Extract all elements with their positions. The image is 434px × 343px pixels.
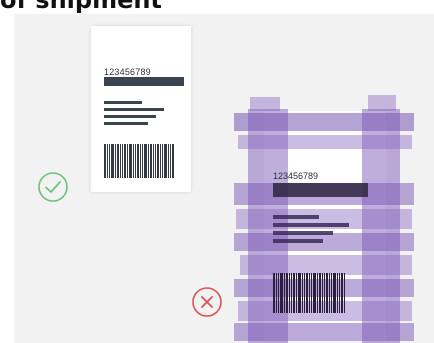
barcode-stripe (273, 273, 275, 313)
barcode (273, 273, 346, 313)
barcode-stripe (135, 144, 136, 178)
barcode-stripe (120, 144, 121, 178)
barcode-stripe (107, 144, 108, 178)
barcode-stripe (129, 144, 132, 178)
barcode-stripe (137, 144, 139, 178)
address-block (104, 77, 184, 86)
barcode-stripe (289, 273, 290, 313)
barcode-stripe (304, 273, 305, 313)
taped-label-content: 123456789 (270, 145, 382, 335)
barcode-stripe (172, 144, 174, 178)
text-line (273, 231, 333, 235)
barcode (104, 144, 175, 178)
barcode-stripe (148, 144, 149, 178)
barcode-stripe (111, 144, 114, 178)
barcode-stripe (142, 144, 143, 178)
barcode-stripe (104, 144, 106, 178)
barcode-stripe (278, 273, 279, 313)
barcode-stripe (311, 273, 312, 313)
barcode-stripe (133, 144, 134, 178)
page-heading: of shipment (0, 0, 434, 13)
barcode-stripe (160, 144, 161, 178)
barcode-stripe (122, 144, 123, 178)
text-line (273, 223, 349, 227)
barcode-stripe (276, 273, 277, 313)
barcode-stripe (291, 273, 292, 313)
barcode-stripe (309, 273, 310, 313)
barcode-stripe (150, 144, 152, 178)
barcode-stripe (280, 273, 283, 313)
barcode-stripe (324, 273, 325, 313)
barcode-stripe (317, 273, 318, 313)
address-block (273, 183, 368, 197)
tracking-number: 123456789 (104, 67, 151, 77)
barcode-stripe (162, 144, 163, 178)
barcode-stripe (319, 273, 321, 313)
barcode-stripe (326, 273, 328, 313)
taped-shipping-label: 123456789 (234, 91, 414, 343)
barcode-stripe (155, 144, 156, 178)
barcode-stripe (117, 144, 119, 178)
good-shipping-label: 123456789 (91, 26, 191, 192)
barcode-stripe (298, 273, 301, 313)
barcode-stripe (341, 273, 343, 313)
barcode-stripe (170, 144, 171, 178)
barcode-stripe (329, 273, 330, 313)
text-line (104, 122, 148, 125)
barcode-stripe (344, 273, 345, 313)
barcode-stripe (331, 273, 332, 313)
barcode-stripe (333, 273, 336, 313)
barcode-stripe (284, 273, 285, 313)
barcode-stripe (115, 144, 116, 178)
barcode-stripe (339, 273, 340, 313)
barcode-stripe (157, 144, 159, 178)
barcode-stripe (293, 273, 295, 313)
x-circle-icon (192, 287, 222, 317)
barcode-stripe (164, 144, 167, 178)
barcode-stripe (144, 144, 147, 178)
illustration-panel: 123456789 123456789 (14, 14, 434, 343)
barcode-stripe (140, 144, 141, 178)
barcode-stripe (302, 273, 303, 313)
barcode-stripe (306, 273, 308, 313)
barcode-stripe (296, 273, 297, 313)
check-circle-icon (38, 172, 68, 202)
text-line (104, 101, 142, 104)
text-line (273, 239, 323, 243)
text-line (273, 215, 319, 219)
barcode-stripe (286, 273, 288, 313)
barcode-stripe (168, 144, 169, 178)
text-line (104, 108, 164, 111)
text-line (104, 115, 156, 118)
barcode-stripe (109, 144, 110, 178)
barcode-stripe (127, 144, 128, 178)
barcode-stripe (337, 273, 338, 313)
barcode-stripe (322, 273, 323, 313)
tracking-number: 123456789 (273, 171, 319, 181)
barcode-stripe (124, 144, 126, 178)
barcode-stripe (313, 273, 316, 313)
barcode-stripe (153, 144, 154, 178)
